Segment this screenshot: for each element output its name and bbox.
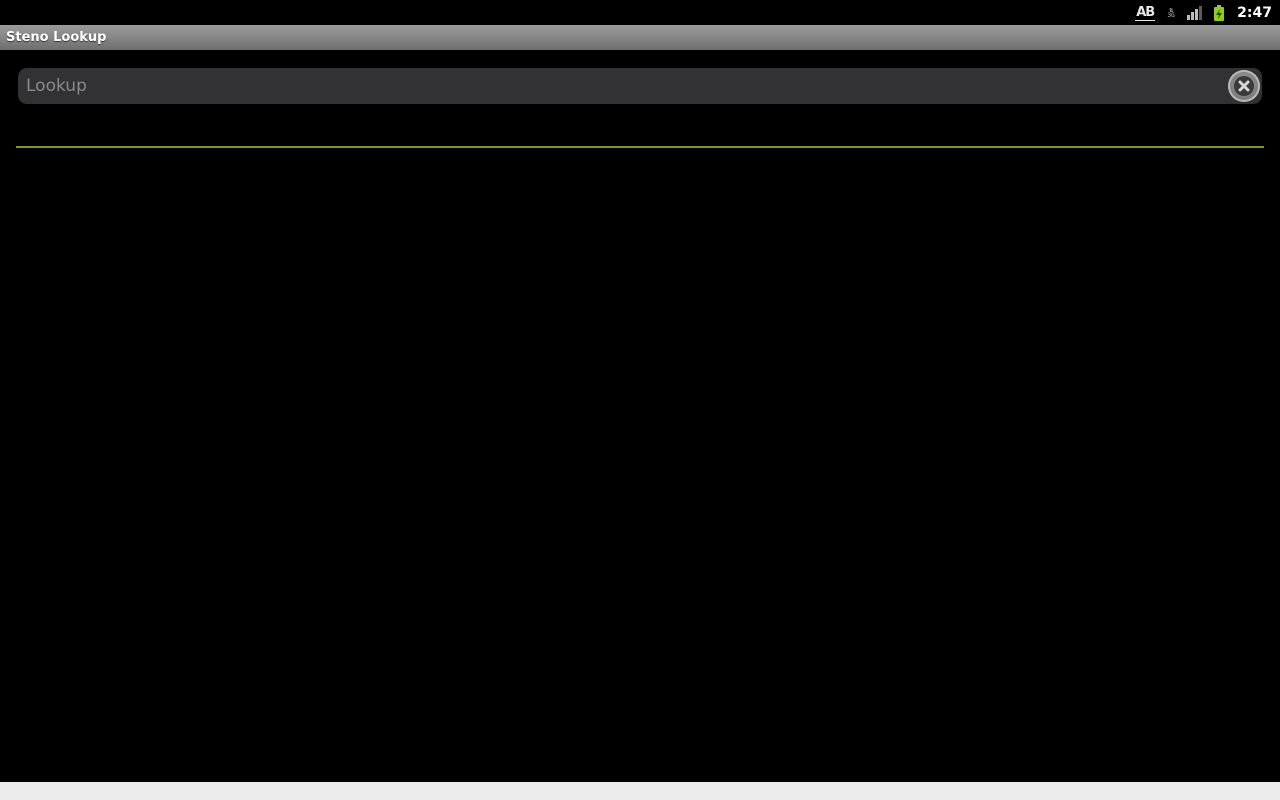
lookup-field (18, 68, 1262, 104)
network-3g-icon: ⇅ 3G (1167, 5, 1175, 19)
results-list (16, 150, 1264, 780)
lookup-input[interactable] (24, 68, 1214, 104)
status-icons: AB ⇅ 3G 2:47 (1135, 0, 1272, 25)
signal-strength-icon (1187, 5, 1203, 20)
network-label: 3G (1167, 11, 1175, 19)
app-title-bar: Steno Lookup (0, 25, 1280, 50)
app-title: Steno Lookup (6, 30, 107, 45)
battery-charging-icon (1213, 4, 1225, 21)
keyboard-ab-icon: AB (1135, 5, 1156, 21)
status-bar: AB ⇅ 3G 2:47 (0, 0, 1280, 25)
clear-x-icon (1234, 76, 1254, 96)
results-divider (16, 146, 1264, 148)
screen: AB ⇅ 3G 2:47 Steno Lookup Lookup (0, 0, 1280, 800)
clear-button[interactable] (1228, 70, 1260, 102)
bottom-bar (0, 782, 1280, 800)
status-clock: 2:47 (1237, 4, 1272, 21)
